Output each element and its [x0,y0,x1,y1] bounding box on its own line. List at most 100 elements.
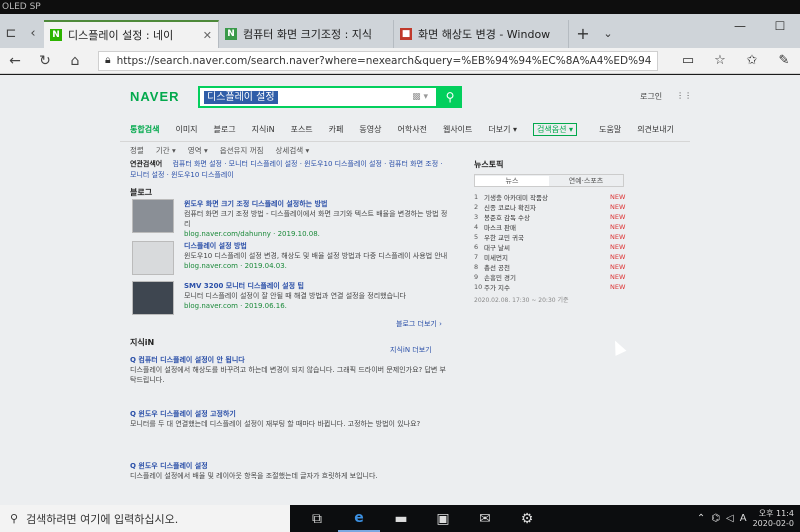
blog-source[interactable]: blog.naver.com · 2019.06.16. [184,301,452,311]
news-keyword[interactable]: 대구 날씨 [484,242,610,252]
search-query[interactable]: 디스플레이 설정 [204,90,278,104]
kin-result[interactable]: Q 윈도우 디스플레이 설정 고정하기 모니터를 두 대 연결했는데 디스플레이… [130,409,450,429]
new-tab-button[interactable]: + [569,20,597,48]
news-item[interactable]: 9 손흥민 경기 NEW [474,272,625,282]
entertainment-tab[interactable]: 연예·스포츠 [549,176,623,186]
news-item[interactable]: 8 총선 공천 NEW [474,262,625,272]
tab-post[interactable]: 포스트 [291,124,313,135]
notes-pen-icon[interactable]: ✎ [768,53,800,68]
settings-gear-icon[interactable]: ⚙ [506,505,548,532]
news-rank: 5 [474,233,479,241]
tab-video[interactable]: 동영상 [359,124,381,135]
tab-kin[interactable]: 지식iN [252,124,275,135]
option-keep[interactable]: 옵션유지 꺼짐 [220,145,264,156]
task-view-icon[interactable]: ⧉ [296,505,338,532]
feedback-link[interactable]: 의견보내기 [637,124,674,135]
kin-snippet: 모니터를 두 대 연결했는데 디스플레이 설정이 재부팅 할 때마다 바뀝니다.… [130,420,421,428]
blog-source[interactable]: blog.naver.com · 2019.04.03. [184,261,452,271]
kin-title[interactable]: Q 윈도우 디스플레이 설정 [130,461,450,471]
blog-title[interactable]: 윈도우 화면 크기 조정 디스플레이 설정하는 방법 [184,199,452,209]
news-keyword[interactable]: 주가 지수 [484,282,610,292]
chevron-up-icon[interactable]: ⌃ [697,513,705,524]
back-arrow-icon[interactable]: ← [0,53,30,69]
input-language-indicator[interactable]: A [740,513,747,524]
kin-result[interactable]: Q 윈도우 디스플레이 설정 디스플레이 설정에서 배율 및 레이아웃 항목을 … [130,461,450,481]
blog-source[interactable]: blog.naver.com/dahunny · 2019.10.08. [184,229,452,239]
news-item[interactable]: 7 미세먼지 NEW [474,252,625,262]
home-icon[interactable]: ⌂ [60,53,90,69]
store-icon[interactable]: ▣ [422,505,464,532]
blog-thumbnail[interactable] [132,241,174,275]
apps-grid-icon[interactable]: ⋮⋮ [676,91,692,102]
news-item[interactable]: 6 대구 날씨 NEW [474,242,625,252]
network-icon[interactable]: ⌬ [711,513,720,524]
blog-title[interactable]: 디스플레이 설정 방법 [184,241,452,251]
file-explorer-icon[interactable]: ▬ [380,505,422,532]
maximize-button[interactable]: ☐ [760,14,800,38]
blog-thumbnail[interactable] [132,281,174,315]
area-option[interactable]: 영역 ▾ [188,145,208,156]
news-item[interactable]: 10 주가 지수 NEW [474,282,625,292]
refresh-icon[interactable]: ↻ [30,53,60,69]
tab-naver-search[interactable]: N 디스플레이 설정 : 네이 ✕ [44,20,219,48]
tab-website[interactable]: 웹사이트 [443,124,472,135]
blog-more-link[interactable]: 블로그 더보기 › [396,319,442,329]
tab-bar: ⊏ ‹ N 디스플레이 설정 : 네이 ✕ N 컴퓨터 화면 크기조정 : 지식… [0,14,800,48]
tab-all[interactable]: 통합검색 [130,124,159,135]
tab-kin[interactable]: N 컴퓨터 화면 크기조정 : 지식 [219,20,394,48]
news-item[interactable]: 1 기생충 아카데미 작품상 NEW [474,192,625,202]
blog-result[interactable]: 윈도우 화면 크기 조정 디스플레이 설정하는 방법 컴퓨터 화면 크기 조정 … [132,199,452,243]
mail-icon[interactable]: ✉ [464,505,506,532]
period-option[interactable]: 기간 ▾ [156,145,176,156]
keyboard-icon[interactable]: ▩ ▾ [412,92,436,102]
kin-title[interactable]: Q 윈도우 디스플레이 설정 고정하기 [130,409,450,419]
news-keyword[interactable]: 기생충 아카데미 작품상 [484,192,610,202]
news-keyword[interactable]: 미세먼지 [484,252,610,262]
news-item[interactable]: 2 신종 코로나 확진자 NEW [474,202,625,212]
news-keyword[interactable]: 마스크 판매 [484,222,610,232]
tab-more[interactable]: 더보기 ▾ [488,124,517,135]
sort-option[interactable]: 정렬 [130,145,144,156]
clock[interactable]: 오후 11:4 2020-02-0 [753,509,794,529]
login-link[interactable]: 로그인 [640,91,662,102]
help-link[interactable]: 도움말 [599,124,621,135]
news-tab[interactable]: 뉴스 [475,175,549,186]
favorite-star-icon[interactable]: ☆ [704,53,736,68]
tab-windows[interactable]: ■ 화면 해상도 변경 - Window [394,20,569,48]
search-options-button[interactable]: 검색옵션 ▾ [533,122,578,136]
detail-search-option[interactable]: 상세검색 ▾ [276,145,310,156]
blog-result[interactable]: 디스플레이 설정 방법 윈도우10 디스플레이 설정 변경, 해상도 및 배율 … [132,241,452,285]
news-item[interactable]: 4 마스크 판매 NEW [474,222,625,232]
tab-preview-icon[interactable]: ⊏ [0,18,22,48]
tab-cafe[interactable]: 카페 [329,124,344,135]
tab-dictionary[interactable]: 어학사전 [398,124,427,135]
news-item[interactable]: 5 우한 교민 귀국 NEW [474,232,625,242]
kin-title[interactable]: Q 컴퓨터 디스플레이 설정이 안 됩니다 [130,355,450,365]
news-keyword[interactable]: 신종 코로나 확진자 [484,202,610,212]
news-keyword[interactable]: 손흥민 경기 [484,272,610,282]
news-keyword[interactable]: 총선 공천 [484,262,610,272]
news-keyword[interactable]: 우한 교민 귀국 [484,232,610,242]
back-tabs-icon[interactable]: ‹ [22,18,44,48]
tab-blog[interactable]: 블로그 [214,124,236,135]
news-keyword[interactable]: 봉준호 감독 수상 [484,212,610,222]
address-bar[interactable]: 🔒︎ https://search.naver.com/search.naver… [98,50,658,71]
search-button[interactable]: ⚲ [438,86,462,108]
volume-icon[interactable]: ◁ [726,513,734,524]
news-item[interactable]: 3 봉준호 감독 수상 NEW [474,212,625,222]
edge-browser-icon[interactable]: e [338,505,380,532]
search-input[interactable]: 디스플레이 설정 ▩ ▾ [198,86,438,108]
kin-result[interactable]: Q 컴퓨터 디스플레이 설정이 안 됩니다 디스플레이 설정에서 해상도를 바꾸… [130,355,450,385]
related-items[interactable]: 컴퓨터 화면 설정 · 모니터 디스플레이 설정 · 윈도우10 디스플레이 설… [130,160,443,179]
blog-thumbnail[interactable] [132,199,174,233]
naver-logo[interactable]: NAVER [130,89,180,104]
favorites-hub-icon[interactable]: ✩ [736,53,768,68]
reading-view-icon[interactable]: ▭ [672,53,704,68]
taskbar-search-input[interactable]: ⚲ 검색하려면 여기에 입력하십시오. [0,505,290,532]
tab-list-chevron-icon[interactable]: ⌄ [597,20,619,48]
blog-title[interactable]: SMV 3200 모니터 디스플레이 설정 팁 [184,281,452,291]
tab-image[interactable]: 이미지 [175,124,197,135]
kin-more-link[interactable]: 지식iN 더보기 [390,345,432,355]
minimize-button[interactable]: — [720,14,760,38]
close-tab-icon[interactable]: ✕ [203,29,212,42]
